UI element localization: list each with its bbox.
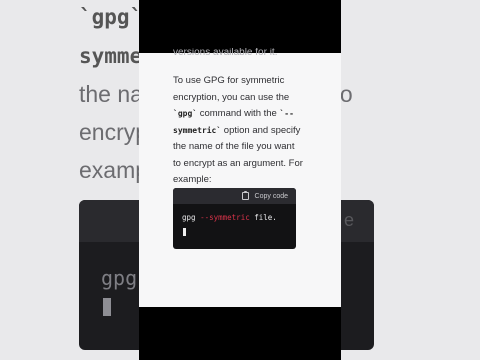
code-block-header: Copy code	[173, 188, 296, 204]
para-text-2: command with the	[197, 108, 280, 119]
top-text: versions available for it.	[173, 48, 278, 58]
copy-code-label: Copy code	[254, 192, 288, 200]
code-arg: file.	[249, 213, 277, 222]
para-text-1: To use GPG for symmetric encryption, you…	[173, 75, 290, 103]
clipboard-icon	[241, 191, 249, 200]
bg-code-gpg: `gpg`	[79, 5, 143, 29]
text-cursor	[183, 228, 186, 236]
code-flag: --symmetric	[200, 213, 250, 222]
bg-block-cursor	[103, 298, 111, 316]
bg-line-3: the na	[79, 81, 143, 107]
response-paragraph: To use GPG for symmetric encryption, you…	[173, 73, 303, 189]
copy-code-button[interactable]: Copy code	[241, 190, 288, 202]
code-block: Copy code gpg --symmetric file.	[173, 188, 296, 249]
chat-response-card: versions available for it. To use GPG fo…	[139, 48, 341, 307]
code-cmd: gpg	[182, 213, 201, 222]
inline-code-gpg: `gpg`	[173, 109, 198, 118]
bg-block-code: gpg	[101, 266, 138, 290]
code-line: gpg --symmetric file.	[182, 213, 277, 222]
bg-block-tail: e	[343, 210, 354, 230]
